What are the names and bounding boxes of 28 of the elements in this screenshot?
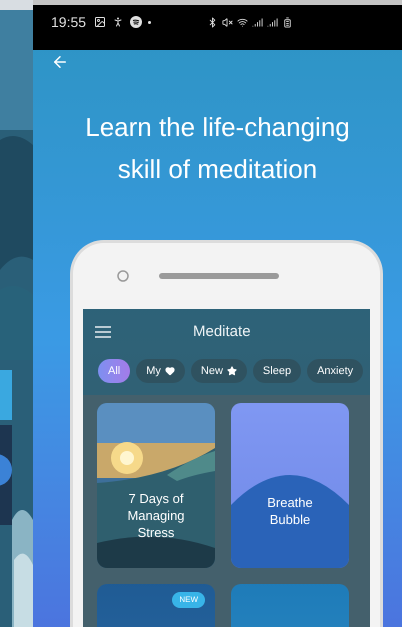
signal-icon (252, 16, 264, 28)
person-icon (112, 16, 124, 28)
bluetooth-icon (207, 16, 218, 28)
back-icon (51, 53, 69, 71)
dot-icon (148, 20, 152, 24)
speaker-icon (159, 273, 279, 279)
mute-icon (222, 16, 234, 28)
filter-chip[interactable]: Sleep (252, 359, 302, 383)
clock: 19:55 (51, 13, 86, 31)
app-title: Meditate (193, 322, 251, 342)
headline: Learn the life-changing skill of meditation (84, 111, 351, 186)
star-icon (226, 366, 237, 376)
meditation-card[interactable]: Breathe Bubble (231, 403, 349, 568)
filter-chip[interactable]: My (136, 359, 185, 383)
filter-chip[interactable]: New (190, 359, 247, 383)
heart-icon (164, 366, 175, 376)
wifi-icon (237, 16, 248, 28)
menu-icon[interactable] (95, 326, 111, 338)
battery-icon (282, 16, 294, 28)
signal-icon (267, 16, 278, 28)
image-icon (94, 16, 106, 28)
card-title: Breathe Bubble (266, 494, 314, 528)
camera-icon (117, 270, 129, 282)
new-badge: NEW (172, 592, 205, 608)
music-icon (130, 16, 142, 28)
card-title: 7 Days of Managing Stress (126, 490, 186, 541)
meditation-card[interactable]: 7 Days of Managing Stress (97, 403, 215, 568)
filter-chip[interactable]: Anxiety (307, 359, 364, 383)
